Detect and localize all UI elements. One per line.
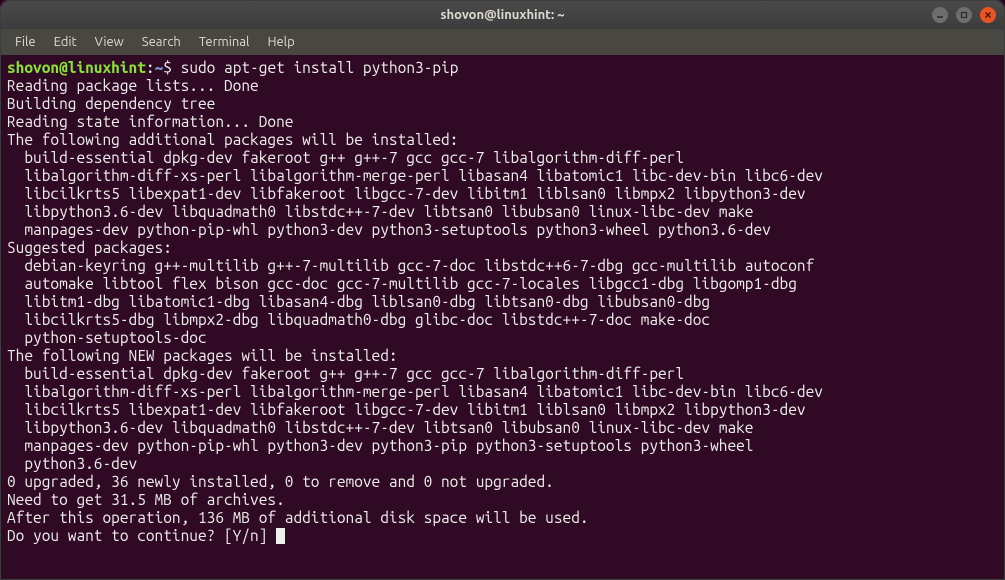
output-line: After this operation, 136 MB of addition… bbox=[7, 509, 589, 526]
menu-file[interactable]: File bbox=[7, 32, 44, 52]
close-icon bbox=[984, 11, 992, 19]
output-line: python3.6-dev bbox=[7, 455, 137, 472]
output-line: libpython3.6-dev libquadmath0 libstdc++-… bbox=[7, 419, 753, 436]
output-line: Reading package lists... Done bbox=[7, 77, 259, 94]
output-line: Do you want to continue? [Y/n] bbox=[7, 527, 276, 544]
menu-search[interactable]: Search bbox=[134, 32, 189, 52]
menu-help[interactable]: Help bbox=[259, 32, 302, 52]
prompt-path: ~ bbox=[155, 59, 164, 76]
output-line: libcilkrts5-dbg libmpx2-dbg libquadmath0… bbox=[7, 311, 710, 328]
output-line: libitm1-dbg libatomic1-dbg libasan4-dbg … bbox=[7, 293, 710, 310]
maximize-button[interactable] bbox=[956, 7, 972, 23]
output-line: libalgorithm-diff-xs-perl libalgorithm-m… bbox=[7, 167, 823, 184]
output-line: manpages-dev python-pip-whl python3-dev … bbox=[7, 437, 753, 454]
output-line: debian-keyring g++-multilib g++-7-multil… bbox=[7, 257, 814, 274]
cursor bbox=[276, 528, 285, 544]
menubar: File Edit View Search Terminal Help bbox=[1, 29, 1004, 55]
output-line: 0 upgraded, 36 newly installed, 0 to rem… bbox=[7, 473, 554, 490]
prompt-user-host: shovon@linuxhint bbox=[7, 59, 146, 76]
menu-view[interactable]: View bbox=[87, 32, 132, 52]
terminal-window: shovon@linuxhint: ~ File Edit View Searc… bbox=[0, 0, 1005, 580]
output-line: Need to get 31.5 MB of archives. bbox=[7, 491, 285, 508]
output-line: libpython3.6-dev libquadmath0 libstdc++-… bbox=[7, 203, 753, 220]
close-button[interactable] bbox=[980, 7, 996, 23]
menu-terminal[interactable]: Terminal bbox=[191, 32, 258, 52]
output-line: libalgorithm-diff-xs-perl libalgorithm-m… bbox=[7, 383, 823, 400]
output-line: libcilkrts5 libexpat1-dev libfakeroot li… bbox=[7, 401, 806, 418]
maximize-icon bbox=[960, 11, 968, 19]
output-line: libcilkrts5 libexpat1-dev libfakeroot li… bbox=[7, 185, 806, 202]
output-line: automake libtool flex bison gcc-doc gcc-… bbox=[7, 275, 797, 292]
output-line: Reading state information... Done bbox=[7, 113, 293, 130]
output-line: build-essential dpkg-dev fakeroot g++ g+… bbox=[7, 365, 684, 382]
output-line: build-essential dpkg-dev fakeroot g++ g+… bbox=[7, 149, 684, 166]
prompt-symbol: $ bbox=[163, 59, 172, 76]
prompt-separator: : bbox=[146, 59, 155, 76]
window-title: shovon@linuxhint: ~ bbox=[440, 8, 564, 22]
minimize-button[interactable] bbox=[932, 7, 948, 23]
terminal-body[interactable]: shovon@linuxhint:~$ sudo apt-get install… bbox=[1, 55, 1004, 579]
minimize-icon bbox=[936, 11, 944, 19]
menu-edit[interactable]: Edit bbox=[46, 32, 85, 52]
command-text: sudo apt-get install python3-pip bbox=[181, 59, 459, 76]
output-line: python-setuptools-doc bbox=[7, 329, 207, 346]
titlebar: shovon@linuxhint: ~ bbox=[1, 1, 1004, 29]
output-line: Suggested packages: bbox=[7, 239, 172, 256]
window-controls bbox=[932, 7, 996, 23]
output-line: The following additional packages will b… bbox=[7, 131, 458, 148]
output-line: manpages-dev python-pip-whl python3-dev … bbox=[7, 221, 771, 238]
output-line: Building dependency tree bbox=[7, 95, 215, 112]
output-line: The following NEW packages will be insta… bbox=[7, 347, 398, 364]
